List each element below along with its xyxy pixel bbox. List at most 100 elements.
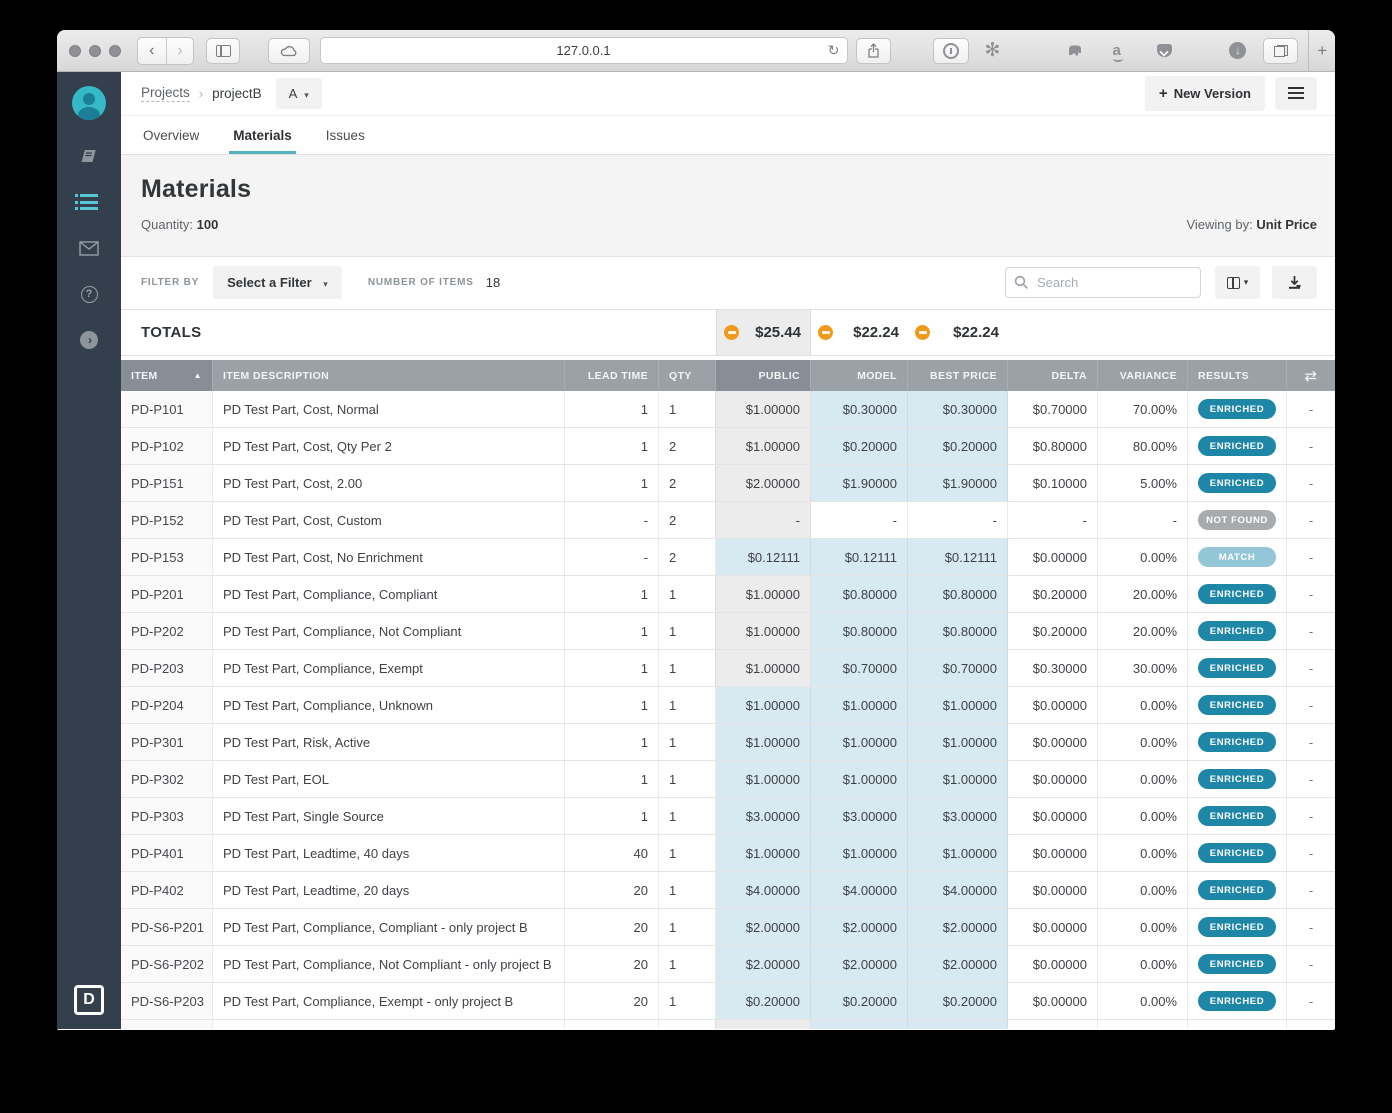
status-badge: ENRICHED <box>1198 473 1276 494</box>
zoom-button[interactable] <box>109 44 121 57</box>
cell-item: PD-P152 <box>121 502 213 539</box>
table-row[interactable]: PD-P102 PD Test Part, Cost, Qty Per 2 1 2 $1… <box>121 428 1335 466</box>
cell-item: PD-P204 <box>121 687 213 724</box>
sidebar-item-messages[interactable] <box>77 238 101 258</box>
table-row[interactable]: PD-P101 PD Test Part, Cost, Normal 1 1 $1.00… <box>121 391 1335 429</box>
status-badge: ENRICHED <box>1198 695 1276 716</box>
tab-issues[interactable]: Issues <box>324 116 367 155</box>
cell-results: ENRICHED <box>1188 576 1287 613</box>
tab-materials[interactable]: Materials <box>229 116 296 155</box>
column-header-lead-time[interactable]: LEAD TIME <box>565 360 659 392</box>
cell-item: PD-P151 <box>121 465 213 502</box>
cell-model: $0.80000 <box>811 576 908 613</box>
sidebar-item-expand[interactable]: › <box>77 330 101 350</box>
new-version-label: New Version <box>1173 85 1251 101</box>
downloads-button[interactable]: ↓ <box>1221 38 1255 64</box>
cell-delta: $0.00000 <box>1008 909 1098 946</box>
cell-qty: 1 <box>659 798 716 835</box>
breadcrumb-projects-link[interactable]: Projects <box>141 85 190 102</box>
cell-compare: - <box>1308 956 1314 972</box>
new-version-button[interactable]: + New Version <box>1144 75 1265 111</box>
menu-button[interactable] <box>1275 76 1317 110</box>
pocket-extension-button[interactable] <box>1148 38 1182 64</box>
sidebar-item-projects[interactable] <box>75 192 101 212</box>
status-badge: MATCH <box>1198 547 1276 568</box>
cell-qty: 1 <box>659 613 716 650</box>
tab-overview[interactable]: Overview <box>141 116 201 155</box>
version-dropdown[interactable]: A ▾ <box>275 77 322 109</box>
sidebar-toggle-button[interactable] <box>206 37 240 64</box>
cell-delta: $0.10000 <box>1008 465 1098 502</box>
cell-lead: 1 <box>565 798 659 835</box>
table-row[interactable]: PD-P201 PD Test Part, Compliance, Complia… <box>121 576 1335 614</box>
cell-results: ENRICHED <box>1188 391 1287 428</box>
cell-qty: 1 <box>659 909 716 946</box>
cell-delta: $0.00000 <box>1008 539 1098 576</box>
table-row[interactable]: PD-P152 PD Test Part, Cost, Custom -2- - - - -… <box>121 502 1335 540</box>
table-row[interactable]: PD-P202 PD Test Part, Compliance, Not Com… <box>121 613 1335 651</box>
compare-column-icon[interactable]: ⇄ <box>1287 360 1335 391</box>
sidebar-item-library[interactable] <box>77 146 101 166</box>
table-row[interactable]: PD-P301 PD Test Part, Risk, Active 1 1 $1.00… <box>121 724 1335 762</box>
table-row[interactable]: PD-P204 PD Test Part, Compliance, Unknown… <box>121 687 1335 725</box>
filter-dropdown[interactable]: Select a Filter ▾ <box>213 266 342 300</box>
search-box <box>1005 267 1201 299</box>
onepassword-extension-button[interactable] <box>933 37 969 64</box>
cell-public: $1.00000 <box>715 428 811 465</box>
cell-results: ENRICHED <box>1188 798 1287 835</box>
cell-description: PD Test Part, Risk, Active <box>213 724 565 761</box>
forward-button[interactable]: › <box>165 37 194 64</box>
columns-button[interactable]: ▾ <box>1215 266 1260 300</box>
column-header-variance[interactable]: VARIANCE <box>1098 360 1188 392</box>
chevron-down-icon: ▾ <box>1243 277 1249 288</box>
asterisk-extension-button[interactable]: ✻ <box>975 38 1011 64</box>
column-header-item[interactable]: ITEM ▲ <box>121 360 213 392</box>
column-header-best-price[interactable]: BEST PRICE <box>908 360 1008 392</box>
cell-description: PD Test Part, Compliance, Compliant <box>213 576 565 613</box>
amazon-extension-button[interactable]: a <box>1100 38 1134 64</box>
table-row[interactable]: PD-P151 PD Test Part, Cost, 2.00 1 2 $2.0000… <box>121 465 1335 503</box>
table-row[interactable]: PD-P303 PD Test Part, Single Source 1 1 $3.0… <box>121 798 1335 836</box>
tab-overview-button[interactable] <box>1262 37 1299 64</box>
column-header-qty[interactable]: QTY <box>659 360 716 392</box>
column-header-public[interactable]: PUBLIC <box>716 360 811 392</box>
cell-description: PD Test Part, Leadtime, 20 days <box>213 872 565 909</box>
cell-description: PD Test Part, Single Source <box>213 798 565 835</box>
cell-best: $0.80000 <box>908 576 1008 613</box>
table-row[interactable]: PD-P401 PD Test Part, Leadtime, 40 days 40… <box>121 835 1335 873</box>
table-row[interactable]: PD-P402 PD Test Part, Leadtime, 20 days 20… <box>121 872 1335 910</box>
column-header-description[interactable]: ITEM DESCRIPTION <box>213 360 565 392</box>
filter-selected-value: Select a Filter <box>227 275 312 291</box>
new-tab-button[interactable]: + <box>1309 38 1335 64</box>
sidebar-item-help[interactable]: ? <box>77 284 101 304</box>
reload-icon[interactable]: ↻ <box>828 42 840 59</box>
icloud-tabs-button[interactable] <box>267 37 310 64</box>
cell-compare: - <box>1308 623 1314 639</box>
table-row[interactable]: PD-S6-P202 PD Test Part, Compliance, Not … <box>121 946 1335 984</box>
export-button[interactable] <box>1272 266 1317 300</box>
column-header-delta[interactable]: DELTA <box>1008 360 1098 392</box>
evernote-extension-button[interactable] <box>1058 38 1092 64</box>
cell-item: PD-P153 <box>121 539 213 576</box>
table-row[interactable]: PD-P302 PD Test Part, EOL 1 1 $1.00000 $1.000… <box>121 761 1335 799</box>
share-button[interactable] <box>855 37 892 64</box>
table-row[interactable]: PD-S6-P201 PD Test Part, Compliance, Comp… <box>121 909 1335 947</box>
cell-item: PD-P101 <box>121 391 213 428</box>
column-header-model[interactable]: MODEL <box>811 360 908 392</box>
close-button[interactable] <box>69 44 81 57</box>
cell-qty: 1 <box>659 687 716 724</box>
column-header-results[interactable]: RESULTS <box>1188 360 1287 392</box>
minimize-button[interactable] <box>89 44 101 57</box>
cell-compare: - <box>1308 882 1314 898</box>
table-row[interactable]: PD-S6-P203 PD Test Part, Compliance, Exem… <box>121 983 1335 1021</box>
address-bar[interactable]: 127.0.0.1 ↻ <box>319 37 848 64</box>
avatar[interactable] <box>72 86 106 120</box>
quantity-value: 100 <box>196 217 219 233</box>
browser-toolbar: ‹ › 127.0.0.1 ↻ ✻ a ↓ + <box>57 30 1335 72</box>
back-button[interactable]: ‹ <box>138 38 166 64</box>
cell-public: $1.00000 <box>715 576 811 613</box>
table-row[interactable]: PD-P203 PD Test Part, Compliance, Exempt 1… <box>121 650 1335 688</box>
search-input[interactable] <box>1005 267 1201 299</box>
table-row[interactable]: PD-P153 PD Test Part, Cost, No Enrichment… <box>121 539 1335 577</box>
status-badge: ENRICHED <box>1198 584 1276 605</box>
